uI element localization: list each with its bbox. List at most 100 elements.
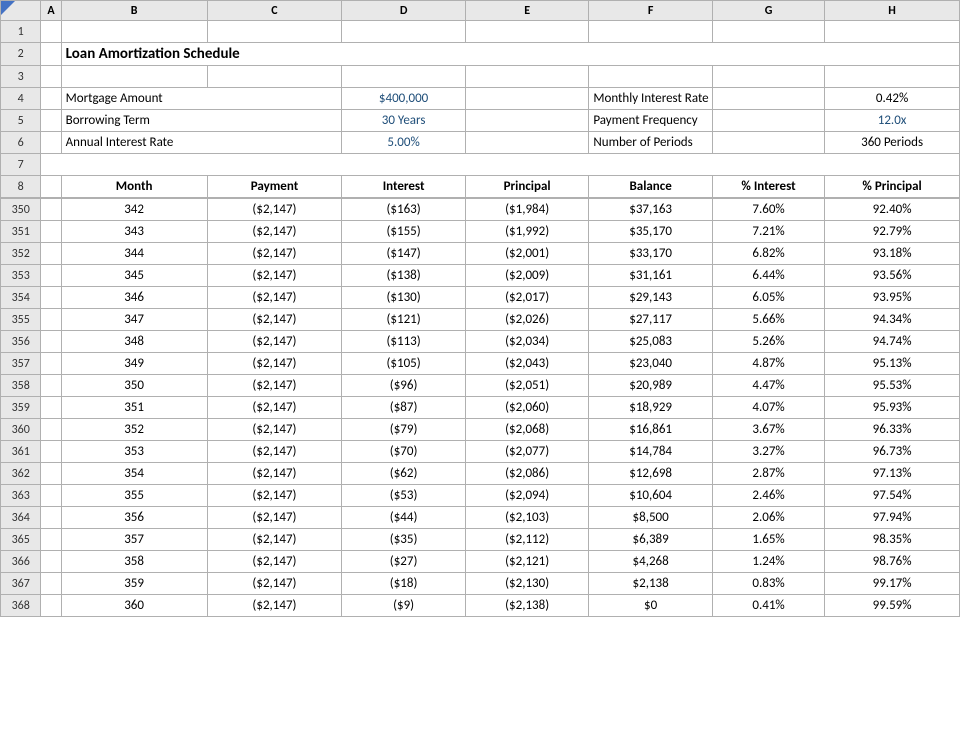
cell-balance: $8,500 (589, 507, 713, 529)
cell-month: 354 (61, 463, 207, 485)
col-header-h: H (825, 1, 960, 21)
row-1: 1 (1, 21, 960, 43)
row-4: 4 Mortgage Amount $400,000 Monthly Inter… (1, 88, 960, 110)
cell-month: 348 (61, 331, 207, 353)
cell-a6 (41, 132, 61, 154)
cell-interest: ($138) (342, 265, 466, 287)
cell-a1 (41, 21, 61, 43)
cell-a (41, 199, 61, 221)
cell-payment: ($2,147) (207, 529, 342, 551)
rownum: 352 (1, 243, 41, 265)
amortization-data-table: 350 342 ($2,147) ($163) ($1,984) $37,163… (0, 198, 960, 617)
value-mortgage-amount[interactable]: $400,000 (342, 88, 466, 110)
cell-balance: $37,163 (589, 199, 713, 221)
cell-h3 (825, 66, 960, 88)
cell-principal: ($2,034) (465, 331, 589, 353)
rownum: 363 (1, 485, 41, 507)
cell-balance: $35,170 (589, 221, 713, 243)
rownum: 355 (1, 309, 41, 331)
cell-e6 (465, 132, 589, 154)
cell-payment: ($2,147) (207, 375, 342, 397)
cell-month: 360 (61, 595, 207, 617)
cell-pct-principal: 94.74% (825, 331, 960, 353)
row-7: 7 (1, 154, 960, 176)
rownum: 360 (1, 419, 41, 441)
table-row: 360 352 ($2,147) ($79) ($2,068) $16,861 … (1, 419, 960, 441)
cell-b1 (61, 21, 207, 43)
cell-month: 350 (61, 375, 207, 397)
cell-g1 (712, 21, 824, 43)
cell-interest: ($44) (342, 507, 466, 529)
rownum-1: 1 (1, 21, 41, 43)
table-row: 351 343 ($2,147) ($155) ($1,992) $35,170… (1, 221, 960, 243)
rownum: 351 (1, 221, 41, 243)
cell-interest: ($87) (342, 397, 466, 419)
value-borrowing-term[interactable]: 30 Years (342, 110, 466, 132)
cell-a (41, 353, 61, 375)
col-header-principal: Principal (465, 176, 589, 198)
row-6: 6 Annual Interest Rate 5.00% Number of P… (1, 132, 960, 154)
cell-pct-interest: 2.87% (712, 463, 824, 485)
cell-pct-principal: 96.73% (825, 441, 960, 463)
cell-pct-principal: 95.13% (825, 353, 960, 375)
cell-pct-interest: 3.27% (712, 441, 824, 463)
label-number-of-periods: Number of Periods (589, 132, 713, 154)
cell-month: 357 (61, 529, 207, 551)
cell-a (41, 419, 61, 441)
cell-row7 (41, 154, 960, 176)
cell-interest: ($62) (342, 463, 466, 485)
cell-a (41, 265, 61, 287)
cell-principal: ($2,112) (465, 529, 589, 551)
row-5: 5 Borrowing Term 30 Years Payment Freque… (1, 110, 960, 132)
rownum: 366 (1, 551, 41, 573)
corner-cell (1, 1, 41, 21)
row-8-header: 8 Month Payment Interest Principal Balan… (1, 176, 960, 198)
rownum: 358 (1, 375, 41, 397)
col-header-g: G (712, 1, 824, 21)
cell-month: 342 (61, 199, 207, 221)
rownum: 365 (1, 529, 41, 551)
cell-interest: ($121) (342, 309, 466, 331)
col-header-f: F (589, 1, 713, 21)
cell-pct-interest: 0.41% (712, 595, 824, 617)
cell-pct-interest: 2.46% (712, 485, 824, 507)
cell-pct-interest: 6.05% (712, 287, 824, 309)
cell-interest: ($9) (342, 595, 466, 617)
cell-principal: ($2,001) (465, 243, 589, 265)
cell-pct-interest: 6.82% (712, 243, 824, 265)
cell-c3 (207, 66, 342, 88)
cell-balance: $18,929 (589, 397, 713, 419)
label-payment-frequency: Payment Frequency (589, 110, 713, 132)
cell-principal: ($2,077) (465, 441, 589, 463)
rownum: 361 (1, 441, 41, 463)
cell-principal: ($2,051) (465, 375, 589, 397)
cell-a (41, 287, 61, 309)
value-monthly-interest-rate[interactable]: 0.42% (825, 88, 960, 110)
cell-payment: ($2,147) (207, 573, 342, 595)
cell-e4 (465, 88, 589, 110)
cell-interest: ($105) (342, 353, 466, 375)
cell-a (41, 573, 61, 595)
col-header-e: E (465, 1, 589, 21)
cell-a3 (41, 66, 61, 88)
cell-principal: ($2,060) (465, 397, 589, 419)
value-annual-interest-rate[interactable]: 5.00% (342, 132, 466, 154)
value-number-of-periods[interactable]: 360 Periods (825, 132, 960, 154)
cell-pct-interest: 4.87% (712, 353, 824, 375)
cell-month: 346 (61, 287, 207, 309)
rownum: 357 (1, 353, 41, 375)
cell-interest: ($147) (342, 243, 466, 265)
table-row: 355 347 ($2,147) ($121) ($2,026) $27,117… (1, 309, 960, 331)
cell-month: 349 (61, 353, 207, 375)
cell-pct-interest: 4.47% (712, 375, 824, 397)
value-payment-frequency[interactable]: 12.0x (825, 110, 960, 132)
cell-a (41, 309, 61, 331)
cell-pct-principal: 98.35% (825, 529, 960, 551)
cell-payment: ($2,147) (207, 221, 342, 243)
cell-month: 351 (61, 397, 207, 419)
cell-principal: ($1,984) (465, 199, 589, 221)
cell-month: 352 (61, 419, 207, 441)
table-row: 357 349 ($2,147) ($105) ($2,043) $23,040… (1, 353, 960, 375)
cell-principal: ($2,017) (465, 287, 589, 309)
rownum-6: 6 (1, 132, 41, 154)
